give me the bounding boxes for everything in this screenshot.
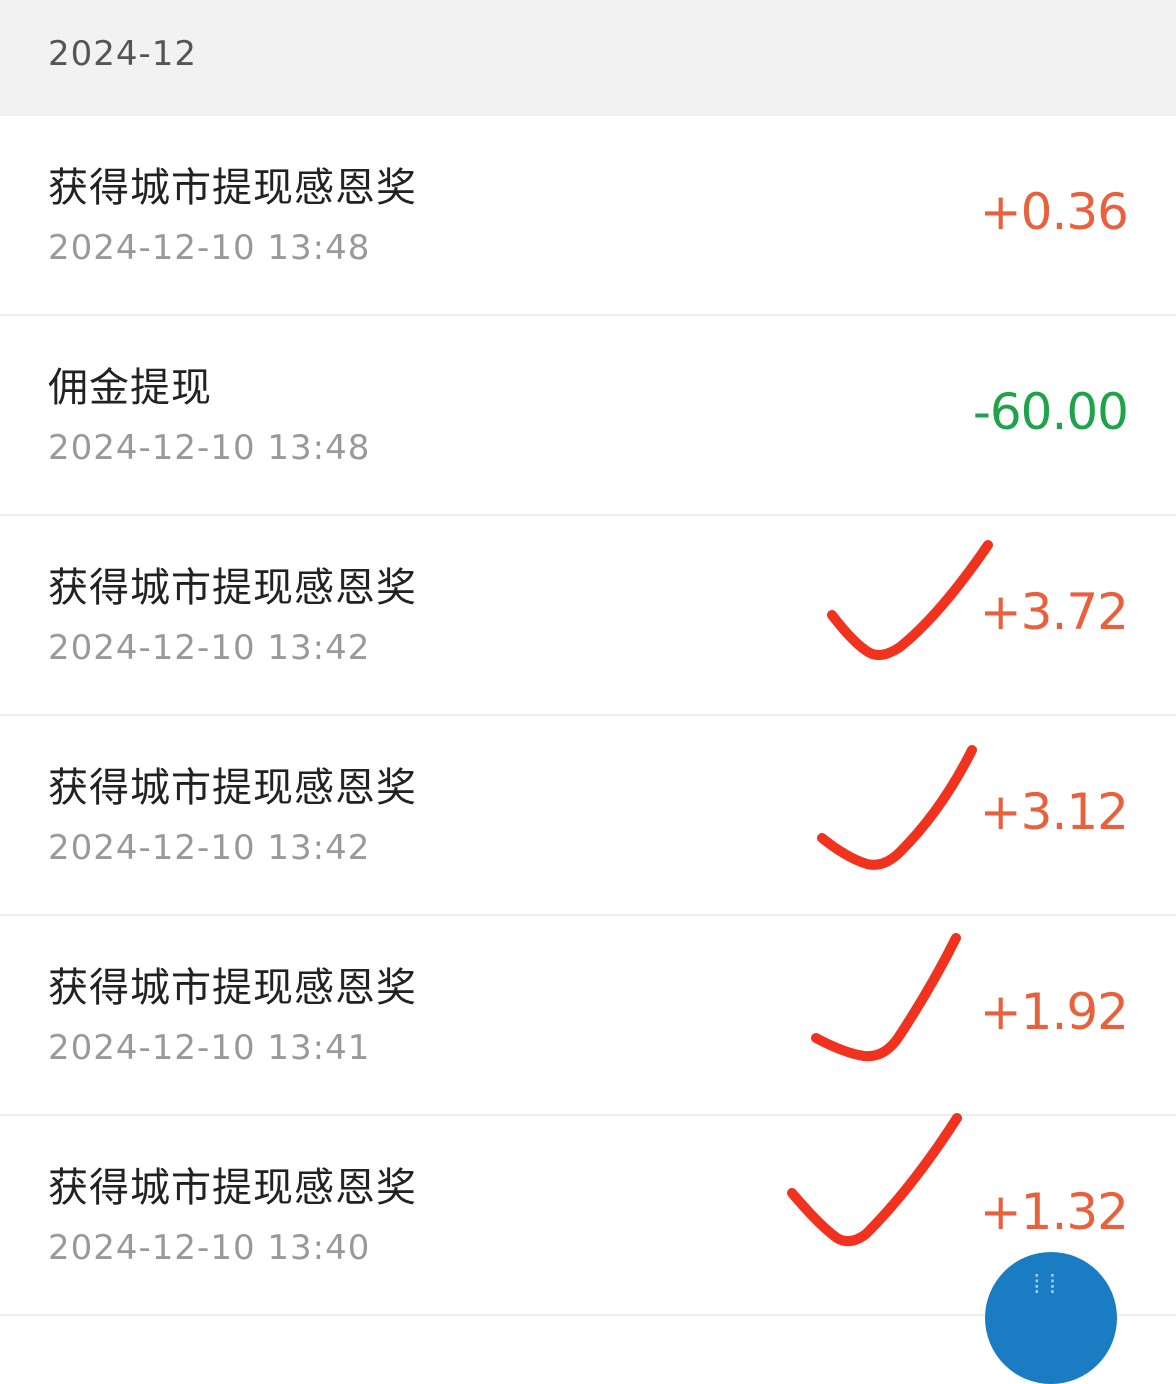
- transaction-row[interactable]: 获得城市提现感恩奖 2024-12-10 13:42 +3.12: [0, 716, 1176, 916]
- transaction-amount: +1.32: [979, 1183, 1129, 1241]
- transaction-time: 2024-12-10 13:41: [48, 1028, 371, 1068]
- transaction-amount: -60.00: [972, 383, 1129, 441]
- transaction-title: 佣金提现: [48, 365, 212, 411]
- transaction-row[interactable]: 佣金提现 2024-12-10 13:48 -60.00: [0, 316, 1176, 516]
- transaction-list: 获得城市提现感恩奖 2024-12-10 13:48 +0.36 佣金提现 20…: [0, 116, 1176, 1316]
- transaction-row[interactable]: 获得城市提现感恩奖 2024-12-10 13:42 +3.72: [0, 516, 1176, 716]
- transaction-amount: +3.12: [979, 783, 1129, 841]
- transaction-time: 2024-12-10 13:42: [48, 628, 371, 668]
- transaction-title: 获得城市提现感恩奖: [48, 565, 417, 611]
- fab-icon: ⁞⁞: [1029, 1270, 1061, 1300]
- transaction-time: 2024-12-10 13:48: [48, 228, 371, 268]
- transaction-time: 2024-12-10 13:42: [48, 828, 371, 868]
- transaction-amount: +3.72: [979, 583, 1129, 641]
- transaction-amount: +0.36: [979, 183, 1129, 241]
- floating-action-button[interactable]: ⁞⁞: [985, 1252, 1117, 1384]
- month-label: 2024-12: [48, 34, 198, 74]
- transaction-title: 获得城市提现感恩奖: [48, 965, 417, 1011]
- transaction-time: 2024-12-10 13:48: [48, 428, 371, 468]
- transaction-title: 获得城市提现感恩奖: [48, 765, 417, 811]
- transaction-time: 2024-12-10 13:40: [48, 1228, 371, 1268]
- transaction-amount: +1.92: [979, 983, 1129, 1041]
- month-header: 2024-12: [0, 0, 1176, 116]
- transaction-title: 获得城市提现感恩奖: [48, 1165, 417, 1211]
- transaction-title: 获得城市提现感恩奖: [48, 165, 417, 211]
- transaction-row[interactable]: 获得城市提现感恩奖 2024-12-10 13:41 +1.92: [0, 916, 1176, 1116]
- transaction-row[interactable]: 获得城市提现感恩奖 2024-12-10 13:48 +0.36: [0, 116, 1176, 316]
